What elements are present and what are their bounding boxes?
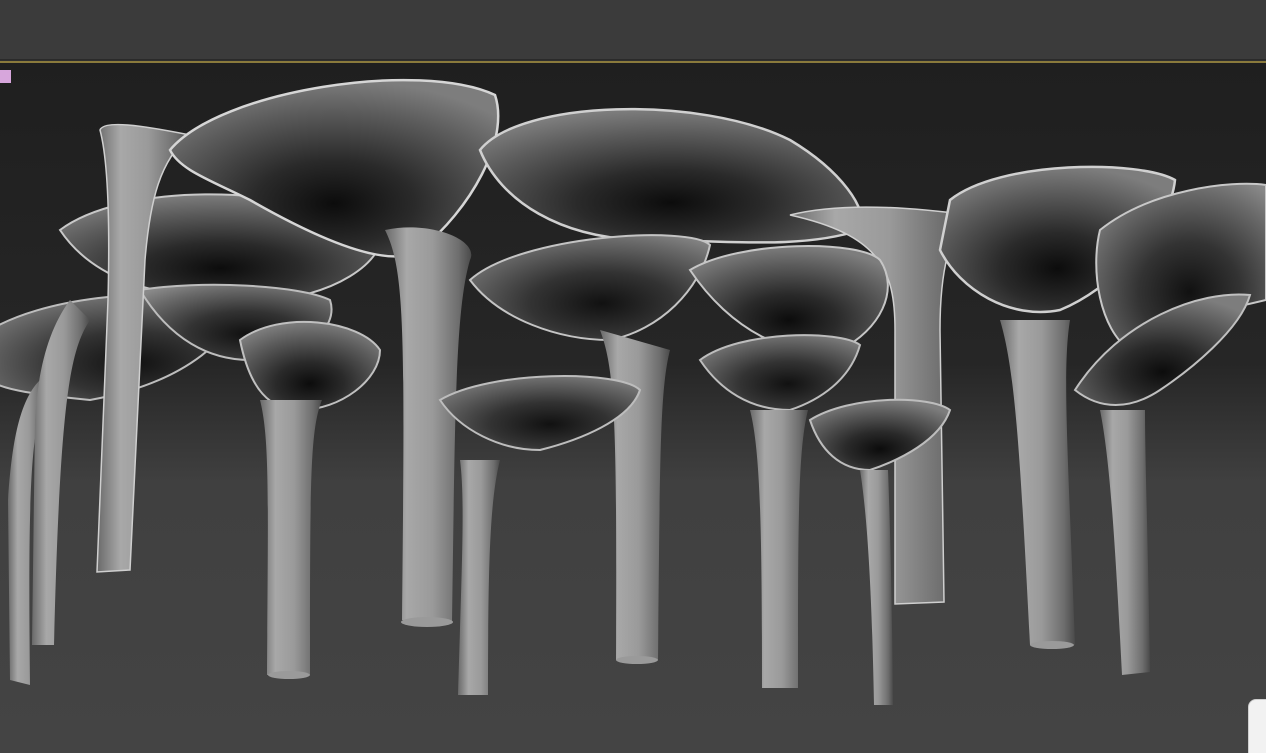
3d-viewport[interactable]: [0, 63, 1266, 753]
app-window: [0, 0, 1266, 753]
viewport-render: [0, 78, 1266, 705]
collapsed-side-panel[interactable]: [1248, 699, 1266, 753]
canopy-mid-left-lower: [238, 320, 382, 679]
canopy-left-mid: [32, 193, 383, 645]
canopy-lower-mid: [438, 375, 642, 695]
top-toolbar: [0, 0, 1266, 60]
viewport-label-marker[interactable]: [0, 70, 11, 83]
canopy-right: [938, 165, 1266, 675]
